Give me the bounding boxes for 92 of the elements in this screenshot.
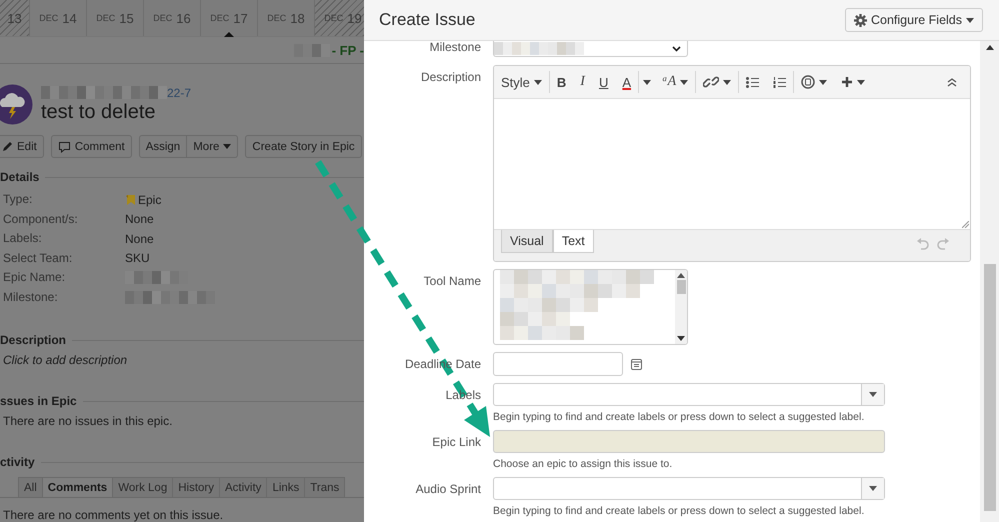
field-label: Description: [420, 69, 481, 86]
field-label: Select Team:: [3, 250, 74, 266]
scroll-down-arrow-icon: [677, 336, 685, 341]
editor-mode-tab[interactable]: Visual: [501, 230, 553, 253]
field-label: Labels: [444, 387, 481, 404]
scroll-thumb[interactable]: [984, 264, 996, 511]
milestone-select[interactable]: [493, 41, 688, 57]
section-heading: Description: [0, 333, 66, 347]
date-input[interactable]: [493, 352, 623, 376]
activity-tab[interactable]: All: [18, 477, 43, 497]
tool-name-listbox[interactable]: [493, 269, 688, 345]
bold-button[interactable]: B: [550, 70, 574, 94]
scroll-thumb[interactable]: [676, 280, 686, 294]
caret-icon: [819, 80, 828, 84]
smiley-icon: [801, 75, 816, 89]
collapse-icon: [947, 78, 957, 86]
resize-handle-icon: [962, 221, 969, 228]
scroll-up-arrow-icon: [677, 273, 685, 278]
calendar-day[interactable]: 13: [0, 0, 30, 36]
help-text: Choose an epic to assign this issue to.: [493, 458, 674, 470]
action-button[interactable]: Edit: [0, 135, 44, 158]
link-icon: [703, 74, 720, 90]
section-heading: ctivity: [0, 455, 35, 469]
label-picker[interactable]: [493, 383, 885, 406]
field-label: Type:: [3, 192, 34, 208]
field-value: None: [125, 212, 154, 226]
caret-icon: [869, 486, 877, 491]
field-label: Audio Sprint: [414, 481, 481, 498]
editor-mode-tab[interactable]: Text: [552, 230, 594, 253]
field-label: Milestone:: [3, 290, 59, 305]
underline-button[interactable]: U: [592, 70, 616, 94]
action-button[interactable]: Create Story in Epic: [245, 135, 362, 158]
configure-fields-button[interactable]: Configure Fields: [844, 8, 983, 32]
issue-key-link[interactable]: 22-7: [167, 86, 192, 100]
project-breadcrumb[interactable]: - FP -: [332, 42, 364, 58]
field-label: Epic Link: [431, 434, 481, 451]
description-placeholder[interactable]: Click to add description: [3, 353, 364, 367]
redacted-block: [500, 312, 570, 326]
field-label: Epic Name:: [3, 270, 66, 286]
caret-icon: [643, 80, 652, 84]
field-value: SKU: [125, 251, 150, 266]
help-text: Begin typing to find and create labels or press down to select a suggested label.: [493, 505, 866, 517]
settings-icon: [854, 14, 867, 26]
caret-icon: [869, 392, 877, 397]
chevron-down-icon: [672, 46, 681, 52]
field-value: None: [125, 232, 154, 246]
redacted-block: [294, 44, 330, 56]
bullet-list-icon: [746, 76, 760, 88]
issue-title: test to delete: [41, 100, 157, 124]
section-heading: ssues in Epic: [0, 394, 77, 408]
activity-tab[interactable]: Activity: [219, 477, 268, 497]
activity-tab[interactable]: Links: [266, 477, 306, 497]
scroll-up-arrow-icon: [986, 45, 994, 50]
help-text: Begin typing to find and create labels or press down to select a suggested label.: [493, 411, 866, 423]
caret-icon: [680, 80, 688, 84]
calendar-icon[interactable]: [631, 358, 642, 370]
dialog-title: Create Issue: [379, 10, 476, 30]
italic-button[interactable]: I: [573, 70, 592, 94]
caret-icon: [223, 144, 232, 149]
caret-icon: [723, 80, 732, 84]
section-heading: Details: [0, 170, 40, 184]
field-label: Tool Name: [422, 273, 481, 290]
caret-icon: [534, 80, 542, 84]
pencil-icon: [2, 141, 13, 152]
activity-tab[interactable]: Work Log: [112, 477, 174, 497]
action-button[interactable]: Comment: [50, 135, 132, 158]
caret-icon: [966, 18, 974, 22]
epic-link-input[interactable]: [493, 430, 885, 453]
redo-icon[interactable]: [937, 238, 950, 250]
action-button[interactable]: Assign: [138, 135, 188, 158]
activity-tab[interactable]: Trans: [304, 477, 346, 497]
field-label: Component/s:: [3, 212, 79, 227]
epic-avatar-icon: [0, 84, 33, 125]
empty-message: There are no comments yet on this issue.: [3, 508, 224, 522]
caret-icon: [857, 80, 866, 84]
bookmark-icon: [125, 194, 136, 206]
numbered-list-icon: [773, 76, 786, 88]
label-picker[interactable]: [493, 477, 885, 500]
undo-icon[interactable]: [916, 238, 929, 250]
calendar-day[interactable]: DEC 19: [315, 0, 364, 36]
scrollbar[interactable]: [980, 41, 999, 522]
field-value: Epic: [138, 192, 162, 207]
field-label: Labels:: [3, 231, 43, 246]
plus-icon: [841, 76, 854, 88]
action-button[interactable]: More: [187, 135, 238, 158]
field-label: Milestone: [428, 41, 481, 56]
empty-message: There are no issues in this epic.: [3, 414, 174, 428]
activity-tab[interactable]: History: [172, 477, 220, 497]
speech-bubble-icon: [58, 140, 71, 152]
style-dropdown[interactable]: Style: [494, 70, 549, 94]
text-color-button[interactable]: A: [615, 70, 638, 94]
text-size-button[interactable]: ᵃA: [655, 70, 696, 94]
